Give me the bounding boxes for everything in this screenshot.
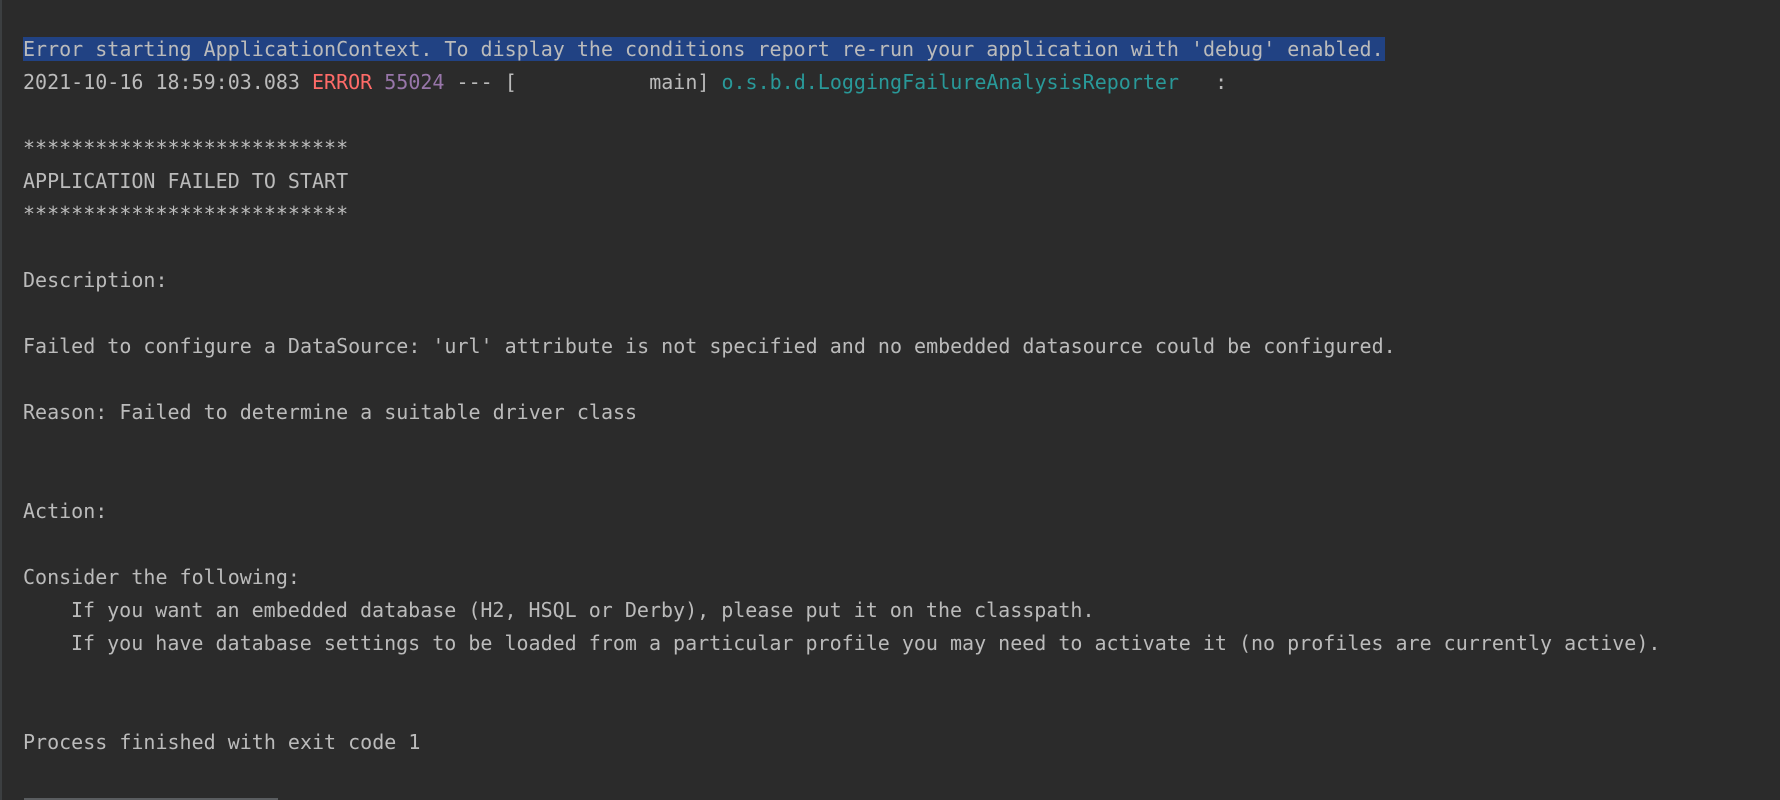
console-line-description-header: Description: [23, 268, 168, 292]
console-line-exit: Process finished with exit code 1 [23, 730, 421, 754]
console-line-suggestion-2: If you have database settings to be load… [71, 631, 1661, 655]
console-output-panel[interactable]: Error starting ApplicationContext. To di… [0, 0, 1780, 800]
console-line-suggestion-1: If you want an embedded database (H2, HS… [71, 598, 1095, 622]
console-line-log-entry[interactable]: 2021-10-16 18:59:03.083 ERROR 55024 --- … [23, 66, 1660, 99]
console-line-consider: Consider the following: [23, 565, 300, 589]
console-line-stars-top: *************************** [23, 136, 349, 160]
log-colon: : [1179, 70, 1228, 94]
log-pid: 55024 [384, 70, 445, 94]
selected-text[interactable]: Error starting ApplicationContext. To di… [23, 37, 1385, 61]
console-line-error-context[interactable]: Error starting ApplicationContext. To di… [23, 33, 1660, 66]
console-lines: Error starting ApplicationContext. To di… [23, 33, 1660, 759]
console-line-description-text: Failed to configure a DataSource: 'url' … [23, 334, 1396, 358]
log-separator: --- [456, 70, 493, 94]
log-logger-link[interactable]: o.s.b.d.LoggingFailureAnalysisReporter [721, 70, 1179, 94]
console-line-action-header: Action: [23, 499, 108, 523]
console-line-stars-bottom: *************************** [23, 202, 349, 226]
log-level-error: ERROR [312, 70, 373, 94]
log-timestamp: 2021-10-16 18:59:03.083 [23, 70, 300, 94]
console-line-reason: Reason: Failed to determine a suitable d… [23, 400, 638, 424]
console-line-banner: APPLICATION FAILED TO START [23, 169, 349, 193]
log-thread: [ main] [504, 70, 710, 94]
